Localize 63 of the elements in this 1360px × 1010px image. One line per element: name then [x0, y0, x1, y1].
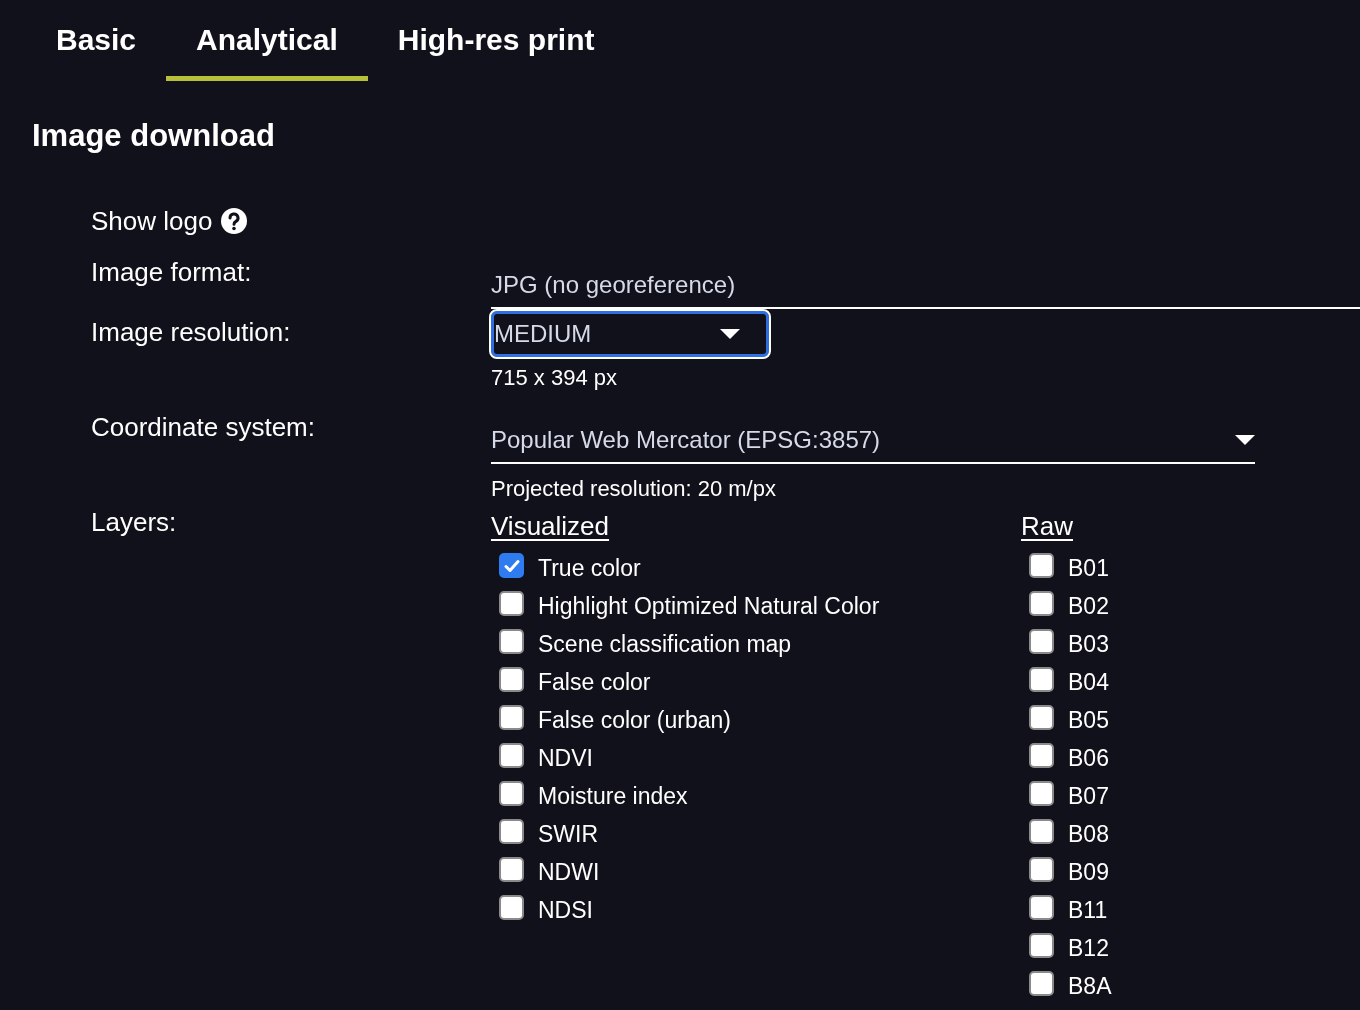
layer-label[interactable]: Scene classification map [538, 627, 792, 662]
checkbox[interactable] [499, 857, 524, 883]
checkbox[interactable] [1029, 933, 1054, 959]
tab[interactable]: Analytical [166, 0, 368, 81]
layer-label[interactable]: False color [538, 665, 651, 700]
checkbox[interactable] [499, 895, 524, 921]
coordinate-system-label: Coordinate system: [91, 411, 316, 444]
checkbox[interactable] [499, 743, 524, 769]
group-heading[interactable]: Raw [1021, 506, 1112, 546]
checkbox[interactable] [499, 705, 524, 731]
layers-label: Layers: [91, 506, 178, 539]
group-heading[interactable]: Visualized [491, 506, 1021, 546]
tab[interactable]: Basic [26, 0, 167, 81]
layer-label[interactable]: B11 [1068, 893, 1108, 928]
resolution-size-text: 715 x 394 px [491, 363, 618, 392]
checkbox[interactable] [499, 667, 524, 693]
checkbox[interactable] [499, 819, 524, 845]
checkbox[interactable] [1029, 819, 1054, 845]
layer-label[interactable]: SWIR [538, 817, 599, 852]
layer-label[interactable]: NDVI [538, 741, 593, 776]
checkbox[interactable] [1029, 667, 1054, 693]
checkbox[interactable] [1029, 553, 1054, 579]
layer-label[interactable]: False color (urban) [538, 703, 732, 738]
layer-label[interactable]: B01 [1068, 551, 1109, 586]
checkbox[interactable] [1029, 743, 1054, 769]
coordinate-system-select[interactable]: Popular Web Mercator (EPSG:3857) [491, 421, 1255, 464]
checkbox[interactable] [499, 553, 524, 579]
caret-icon [720, 328, 740, 339]
layer-label[interactable]: B04 [1068, 665, 1109, 700]
layer-label[interactable]: True color [538, 551, 641, 586]
show-logo-label: Show logo [91, 205, 213, 237]
layer-label[interactable]: B07 [1068, 779, 1109, 814]
tab[interactable]: High-res print [367, 0, 625, 81]
layer-label[interactable]: B12 [1068, 931, 1109, 966]
checkbox[interactable] [1029, 971, 1054, 997]
checkbox[interactable] [499, 629, 524, 655]
projected-resolution-text: Projected resolution: 20 m/px [491, 474, 777, 503]
layer-label[interactable]: B06 [1068, 741, 1109, 776]
layer-label[interactable]: B03 [1068, 627, 1109, 662]
section-heading: Image download [32, 117, 276, 155]
image-resolution-select[interactable]: MEDIUM [491, 310, 769, 357]
checkbox[interactable] [1029, 857, 1054, 883]
layer-label[interactable]: B08 [1068, 817, 1109, 852]
image-resolution-label: Image resolution: [91, 316, 292, 349]
layer-label[interactable]: NDSI [538, 893, 593, 928]
layer-label[interactable]: B09 [1068, 855, 1109, 890]
layer-label[interactable]: B05 [1068, 703, 1109, 738]
layer-label[interactable]: Highlight Optimized Natural Color [538, 589, 880, 624]
layer-label[interactable]: Moisture index [538, 779, 688, 814]
checkbox[interactable] [1029, 629, 1054, 655]
image-format-label: Image format: [91, 256, 253, 289]
caret-icon [1235, 434, 1255, 445]
checkbox[interactable] [1029, 781, 1054, 807]
image-format-select[interactable]: JPG (no georeference) [491, 266, 1360, 309]
checkbox[interactable] [1029, 591, 1054, 617]
checkbox[interactable] [1029, 895, 1054, 921]
checkbox[interactable] [499, 591, 524, 617]
layer-label[interactable]: B8A [1068, 969, 1112, 1004]
help-icon[interactable] [220, 207, 249, 236]
layer-label[interactable]: B02 [1068, 589, 1109, 624]
layer-label[interactable]: NDWI [538, 855, 600, 890]
checkbox[interactable] [499, 781, 524, 807]
checkbox[interactable] [1029, 705, 1054, 731]
